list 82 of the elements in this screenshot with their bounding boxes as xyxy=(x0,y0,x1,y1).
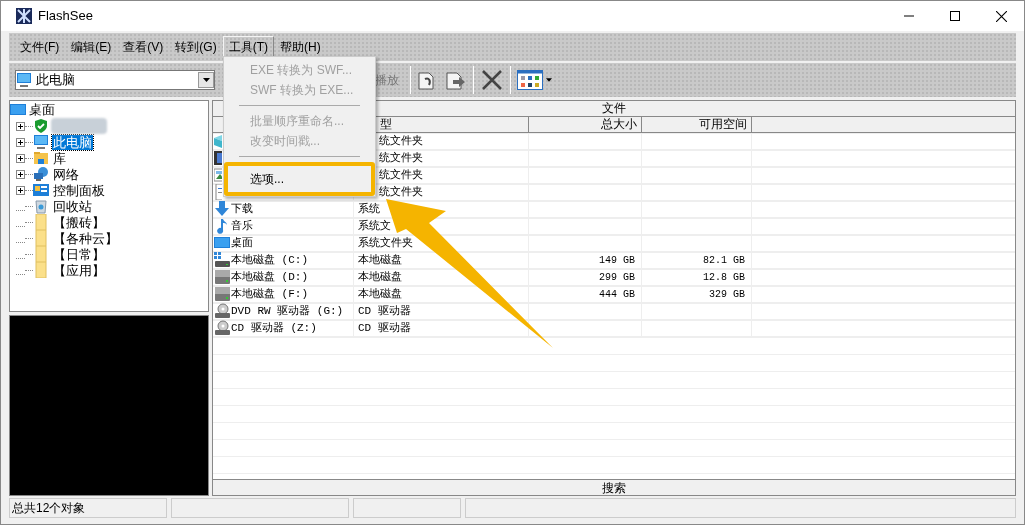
location-text: 此电脑 xyxy=(36,71,75,90)
file-type: 系统 xyxy=(358,201,380,217)
search-button[interactable]: 搜索 xyxy=(213,479,1015,495)
close-icon xyxy=(995,10,1007,22)
tree-item[interactable]: 【日常】 xyxy=(52,246,106,262)
status-text: 总共12个对象 xyxy=(9,498,167,518)
tree-item[interactable]: 回收站 xyxy=(52,198,93,214)
file-type: CD 驱动器 xyxy=(358,320,411,336)
view-grid-icon[interactable] xyxy=(517,70,543,90)
drive-win-icon xyxy=(214,252,230,268)
column-header[interactable]: 总大小 xyxy=(529,117,642,132)
expand-icon[interactable] xyxy=(16,137,25,147)
folder-icon xyxy=(33,214,49,230)
drive-icon xyxy=(214,269,230,285)
window-title: FlashSee xyxy=(38,7,93,26)
expand-icon[interactable] xyxy=(16,153,25,163)
download-icon xyxy=(214,201,230,217)
library-icon xyxy=(33,150,49,166)
file-type: 本地磁盘 xyxy=(358,286,402,302)
file-name[interactable]: 音乐 xyxy=(231,217,253,235)
free-space: 12.8 GB xyxy=(703,270,745,285)
file-type: 系统文 xyxy=(358,218,391,234)
free-space: 82.1 GB xyxy=(703,253,745,268)
file-name[interactable]: CD 驱动器 (Z:) xyxy=(231,319,317,337)
computer-icon xyxy=(33,134,49,150)
file-type: 本地磁盘 xyxy=(358,269,402,285)
total-size: 149 GB xyxy=(599,253,635,268)
expand-icon[interactable] xyxy=(16,169,25,179)
menu-item[interactable]: 帮助(H) xyxy=(274,36,327,58)
tree-item[interactable]: 桌面 xyxy=(10,102,208,118)
file-type: 统文件夹 xyxy=(379,167,423,183)
delete-icon[interactable] xyxy=(481,69,503,91)
folder-icon xyxy=(33,262,49,278)
file-name[interactable]: 本地磁盘 (C:) xyxy=(231,251,308,269)
desktop-icon xyxy=(10,102,26,118)
file-type: 系统文件夹 xyxy=(358,235,413,251)
free-space: 329 GB xyxy=(709,287,745,302)
file-name[interactable]: DVD RW 驱动器 (G:) xyxy=(231,302,344,320)
file-name[interactable]: 本地磁盘 (D:) xyxy=(231,268,308,286)
menu-option[interactable]: 选项... xyxy=(224,162,375,196)
shield-icon xyxy=(33,118,49,134)
folder-icon xyxy=(33,246,49,262)
file-type: CD 驱动器 xyxy=(358,303,411,319)
tree-item[interactable]: 网络 xyxy=(52,166,80,182)
desktop-icon xyxy=(214,235,230,251)
file-name[interactable]: 下载 xyxy=(231,200,253,218)
menu-item[interactable]: 转到(G) xyxy=(169,36,223,58)
tree-item[interactable]: 控制面板 xyxy=(52,182,106,198)
column-header[interactable]: 可用空间 xyxy=(642,117,752,132)
total-size: 299 GB xyxy=(599,270,635,285)
total-size: 444 GB xyxy=(599,287,635,302)
maximize-icon xyxy=(950,11,960,21)
tree-item[interactable]: 此电脑 xyxy=(52,134,93,150)
expand-icon[interactable] xyxy=(16,185,25,195)
location-dropdown[interactable]: 此电脑 xyxy=(15,70,215,90)
cube-icon xyxy=(214,133,222,149)
tree-item[interactable]: 库 xyxy=(52,150,67,166)
file-type: 统文件夹 xyxy=(379,150,423,166)
drive-icon xyxy=(214,286,230,302)
file-type: 本地磁盘 xyxy=(358,252,402,268)
computer-icon xyxy=(16,72,32,88)
expand-icon[interactable] xyxy=(16,121,25,131)
file-name[interactable]: 本地磁盘 (F:) xyxy=(231,285,308,303)
file-type: 统文件夹 xyxy=(379,133,423,149)
minimize-icon xyxy=(904,15,914,17)
control-panel-icon xyxy=(33,182,49,198)
network-icon xyxy=(33,166,49,182)
folder-export-icon[interactable] xyxy=(445,69,467,91)
tree-item[interactable]: 【各种云】 xyxy=(52,230,119,246)
tree-item[interactable]: 【应用】 xyxy=(52,262,106,278)
music-icon xyxy=(214,218,230,234)
file-type: 统文件夹 xyxy=(379,184,423,200)
tree-item[interactable]: 【搬砖】 xyxy=(52,214,106,230)
recycle-icon xyxy=(33,198,49,214)
folder-icon xyxy=(33,230,49,246)
caret-icon[interactable] xyxy=(546,78,552,82)
menu-item[interactable]: 文件(F) xyxy=(14,36,66,58)
menu-item[interactable]: 查看(V) xyxy=(117,36,170,58)
app-logo-icon xyxy=(16,8,32,24)
menu-item[interactable]: 编辑(E) xyxy=(65,36,118,58)
file-name[interactable]: 桌面 xyxy=(231,234,253,252)
caret-icon xyxy=(202,78,210,82)
